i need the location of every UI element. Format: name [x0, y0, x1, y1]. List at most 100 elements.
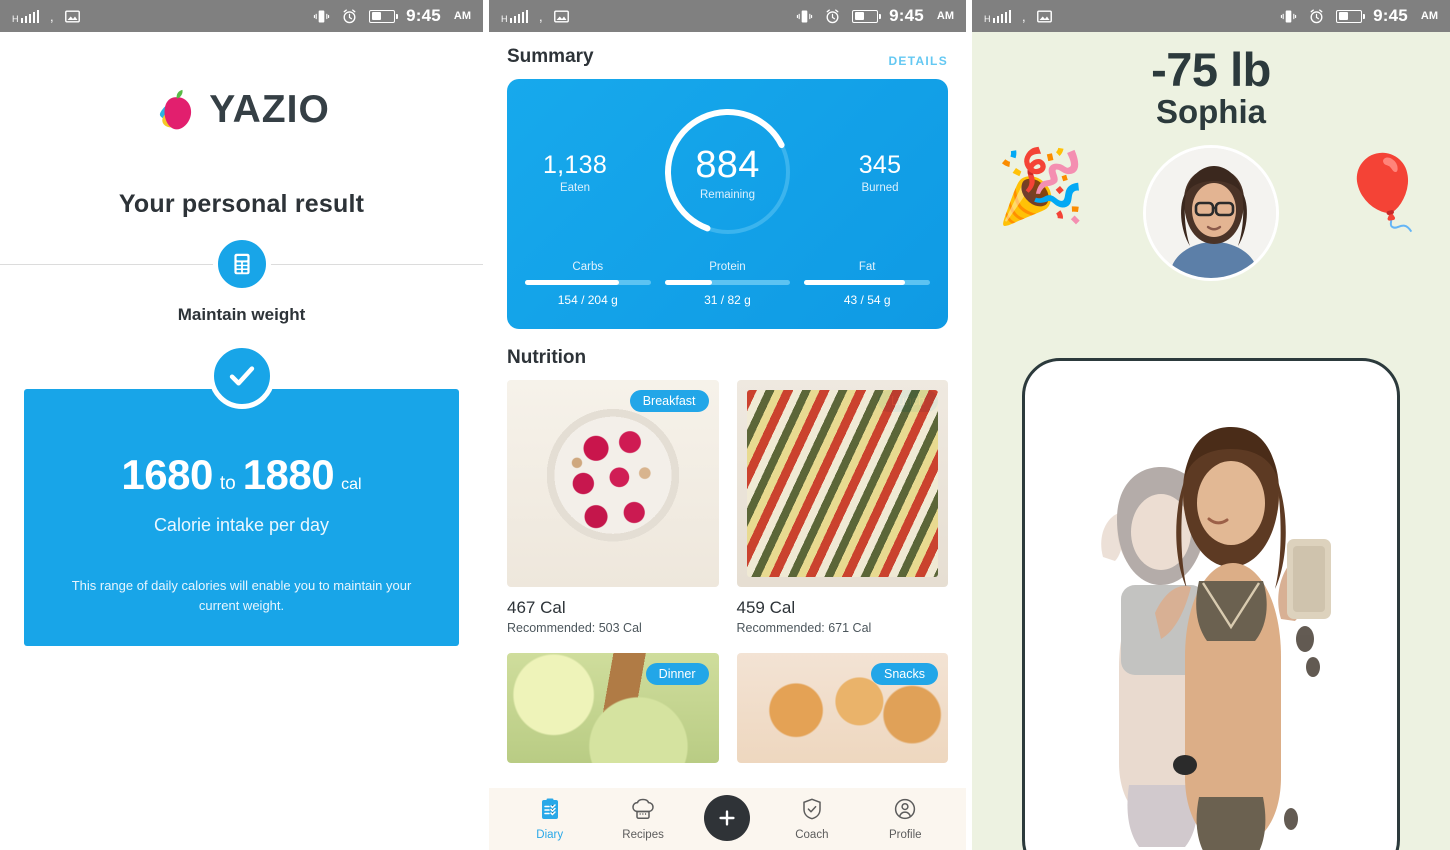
macro-name: Fat: [858, 261, 876, 273]
alarm-clock-icon: [826, 8, 839, 23]
macro-row: Carbs 154 / 204 g Protein 31 / 82 g Fat 43 / …: [523, 261, 932, 307]
nav-item-recipes[interactable]: Recipes: [611, 797, 675, 841]
signal-bars-icon: [992, 9, 1011, 23]
screenshot-triptych: H , 9:45 AM YAZIO Your personal result M…: [0, 0, 1450, 850]
macro-value: 31 / 82 g: [704, 293, 751, 307]
balloon-icon: 🎈: [1338, 153, 1428, 233]
meal-calories: 467 Cal: [507, 598, 566, 617]
remaining-label: Remaining: [700, 188, 755, 201]
calorie-min: 1680: [121, 451, 213, 498]
nav-item-profile[interactable]: Profile: [873, 797, 937, 841]
meal-photo: Lunch: [736, 380, 948, 587]
macro-progress-track: [664, 280, 791, 285]
meal-card[interactable]: Lunch 459 Cal Recommended: 671 Cal: [736, 380, 948, 635]
nav-item-coach[interactable]: Coach: [780, 797, 844, 841]
calorie-progress-ring: 884 Remaining: [653, 97, 803, 247]
calorie-max: 1880: [242, 451, 335, 498]
nav-item-label: Profile: [888, 829, 922, 841]
phone-mockup-frame: [1022, 358, 1400, 850]
eaten-label: Eaten: [559, 181, 591, 194]
meal-card[interactable]: Breakfast 467 Cal Recommended: 503 Cal: [507, 380, 719, 635]
calculator-icon: [233, 253, 250, 275]
calorie-result-card: 1680 to 1880 cal Calorie intake per day …: [24, 389, 459, 647]
calorie-caption: Calorie intake per day: [153, 515, 330, 535]
meal-card[interactable]: Dinner: [507, 653, 719, 774]
meal-type-badge: Snacks: [871, 663, 938, 685]
meal-calories: 459 Cal: [736, 598, 796, 617]
macro-value: 43 / 54 g: [843, 293, 891, 307]
chef-hat-icon: [631, 797, 655, 826]
vibrate-icon: [313, 9, 330, 23]
burned-stat: 345 Burned: [834, 151, 926, 194]
screen-success-story: H , 9:45 AM -75 lb Sophia 🎉 🎈: [966, 0, 1450, 850]
macro-progress-fill: [525, 280, 620, 285]
shield-check-icon: [800, 797, 824, 826]
burned-value: 345: [858, 150, 902, 179]
status-ampm: AM: [936, 10, 954, 22]
meal-photo: Breakfast: [507, 380, 719, 587]
status-ampm: AM: [453, 10, 471, 22]
meal-photo: Snacks: [736, 653, 948, 763]
meal-photo: Dinner: [507, 653, 719, 763]
calorie-description: This range of daily calories will enable…: [71, 578, 412, 614]
goal-label: Maintain weight: [177, 305, 306, 324]
signal-comma: ,: [539, 8, 543, 24]
meal-type-badge: Dinner: [645, 663, 709, 685]
macro-item: Carbs 154 / 204 g: [525, 261, 651, 307]
burned-label: Burned: [861, 181, 899, 194]
status-time: 9:45: [889, 6, 924, 25]
add-entry-button[interactable]: [704, 795, 751, 841]
nutrition-title: Nutrition: [507, 347, 587, 368]
meal-card[interactable]: Snacks: [736, 653, 948, 774]
yazio-apple-logo-icon: [160, 89, 192, 130]
app-logo-text: YAZIO: [209, 88, 330, 131]
transformation-photo-graphic: [1033, 369, 1389, 850]
macro-name: Protein: [709, 261, 746, 273]
user-name: Sophia: [1155, 93, 1266, 130]
details-link[interactable]: DETAILS: [888, 54, 948, 68]
status-ampm: AM: [1420, 10, 1438, 22]
macro-progress-track: [525, 280, 651, 285]
eaten-value: 1,138: [542, 150, 608, 179]
screen-diary: H , 9:45 AM Summary DETAILS 1,138 Eaten …: [483, 0, 966, 850]
avatar: [1143, 145, 1279, 281]
status-bar: H , 9:45 AM: [0, 0, 483, 32]
vibrate-icon: [796, 9, 813, 23]
network-type-label: H: [984, 13, 991, 24]
calorie-range: 1680 to 1880 cal: [48, 451, 435, 499]
signal-comma: ,: [50, 8, 54, 24]
battery-icon: [852, 9, 882, 23]
macro-item: Fat 43 / 54 g: [804, 261, 930, 307]
clipboard-icon: [538, 797, 562, 826]
summary-card[interactable]: 1,138 Eaten 884 Remaining 345 Burned Car…: [507, 79, 948, 329]
check-badge-wrap: [24, 343, 459, 409]
signal-bars-icon: [20, 9, 39, 23]
eaten-stat: 1,138 Eaten: [529, 151, 621, 194]
macro-name: Carbs: [572, 261, 604, 273]
battery-icon: [1336, 9, 1366, 23]
check-circle-icon: [208, 343, 275, 409]
battery-icon: [369, 9, 399, 23]
divider: [0, 229, 483, 299]
person-circle-icon: [893, 797, 917, 826]
status-time: 9:45: [1373, 6, 1408, 25]
check-icon: [229, 366, 254, 386]
macro-progress-fill: [664, 280, 713, 285]
remaining-stat: 884 Remaining: [695, 144, 759, 201]
vibrate-icon: [1280, 9, 1297, 23]
nav-item-label: Coach: [795, 829, 829, 841]
meal-recommended: Recommended: 503 Cal: [507, 621, 642, 635]
network-type-label: H: [12, 13, 19, 24]
summary-header: Summary DETAILS: [507, 46, 948, 68]
meal-type-badge: Breakfast: [629, 390, 709, 412]
nav-item-diary[interactable]: Diary: [518, 797, 582, 841]
remaining-value: 884: [695, 143, 760, 186]
network-type-label: H: [501, 13, 508, 24]
macro-progress-track: [804, 280, 930, 285]
meal-type-badge: Lunch: [877, 390, 938, 412]
status-bar: H , 9:45 AM: [489, 0, 966, 32]
image-icon: [1036, 9, 1052, 23]
meal-recommended: Recommended: 671 Cal: [736, 621, 872, 635]
status-bar: H , 9:45 AM: [972, 0, 1450, 32]
alarm-clock-icon: [343, 8, 356, 23]
